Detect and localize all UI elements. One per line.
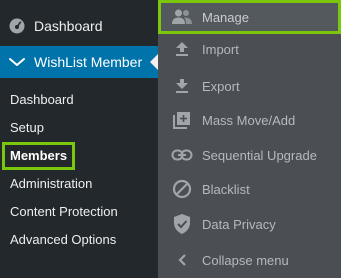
- flyout-item-sequential-upgrade[interactable]: Sequential Upgrade: [158, 138, 341, 172]
- menu-wishlist-member-label: WishList Member: [34, 54, 143, 70]
- admin-sidebar: Dashboard WishList Member Dashboard Setu…: [0, 0, 158, 278]
- flyout-item-manage[interactable]: Manage: [158, 0, 341, 34]
- add-box-icon: [171, 109, 193, 131]
- block-icon: [171, 178, 193, 200]
- link-icon: [171, 144, 193, 166]
- submenu-item-setup[interactable]: Setup: [0, 114, 158, 142]
- download-icon: [171, 75, 193, 97]
- flyout-item-export[interactable]: Export: [158, 69, 341, 103]
- shield-check-icon: [171, 213, 193, 235]
- flyout-item-import[interactable]: Import: [158, 32, 341, 66]
- flyout-item-collapse-menu[interactable]: Collapse menu: [158, 243, 341, 277]
- menu-dashboard[interactable]: Dashboard: [0, 11, 158, 41]
- menu-wishlist-member[interactable]: WishList Member: [0, 46, 158, 78]
- wishlist-logo-icon: [8, 53, 26, 71]
- dashboard-gauge-icon: [8, 17, 26, 35]
- flyout-item-mass-move-add[interactable]: Mass Move/Add: [158, 103, 341, 137]
- chevron-left-icon: [171, 249, 193, 271]
- members-flyout-menu: Manage Import Export Mass Move/Add Seque…: [158, 0, 341, 278]
- flyout-item-data-privacy[interactable]: Data Privacy: [158, 207, 341, 241]
- submenu-item-dashboard[interactable]: Dashboard: [0, 86, 158, 114]
- submenu-item-members[interactable]: Members: [0, 142, 158, 170]
- submenu-item-administration[interactable]: Administration: [0, 170, 158, 198]
- flyout-item-blacklist[interactable]: Blacklist: [158, 172, 341, 206]
- menu-dashboard-label: Dashboard: [34, 18, 103, 34]
- wishlist-submenu: Dashboard Setup Members Administration C…: [0, 86, 158, 254]
- submenu-item-advanced-options[interactable]: Advanced Options: [0, 226, 158, 254]
- upload-icon: [171, 38, 193, 60]
- users-icon: [171, 6, 193, 28]
- submenu-item-content-protection[interactable]: Content Protection: [0, 198, 158, 226]
